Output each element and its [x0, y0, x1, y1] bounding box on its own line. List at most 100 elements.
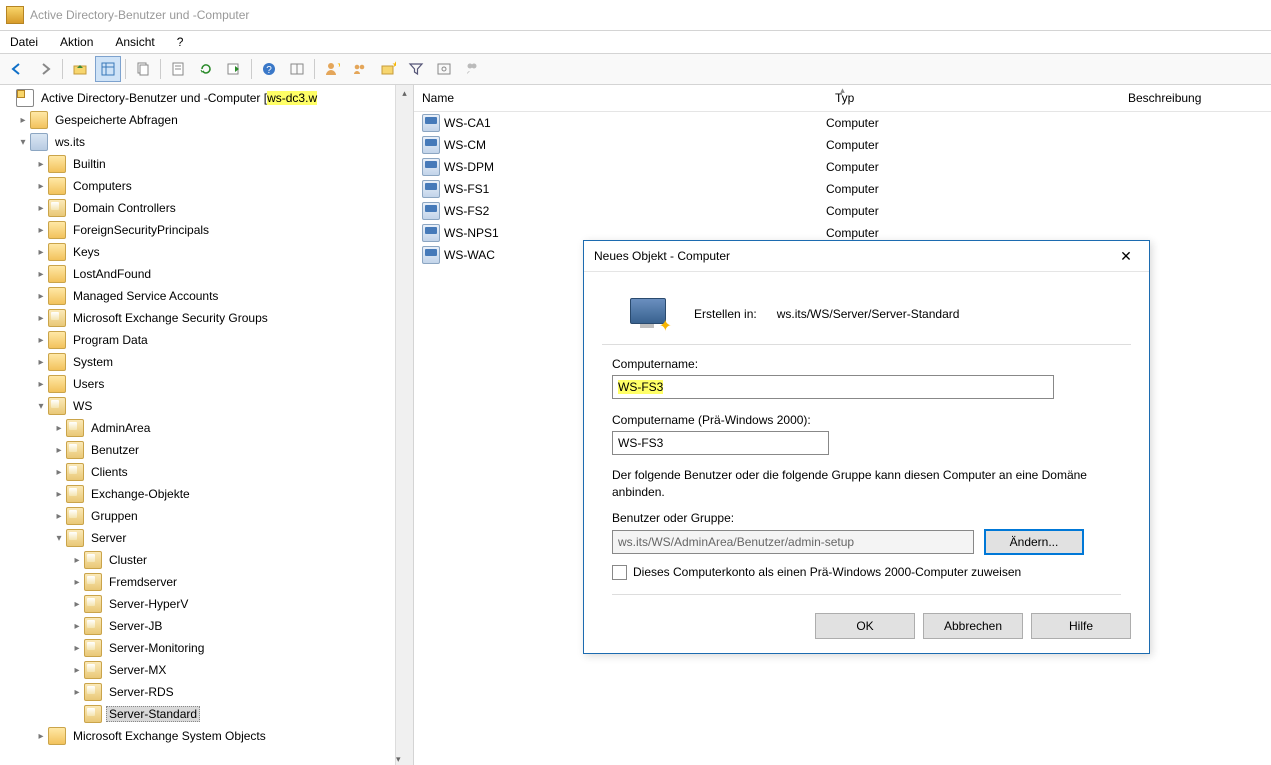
expander-icon[interactable]: ▸ — [34, 313, 48, 324]
menu-help[interactable]: ? — [173, 33, 188, 51]
expander-icon[interactable]: ▸ — [52, 423, 66, 434]
tree-system[interactable]: System — [70, 354, 116, 370]
expander-icon[interactable]: ▾ — [52, 533, 66, 544]
menu-datei[interactable]: Datei — [6, 33, 42, 51]
tree-clients[interactable]: Clients — [88, 464, 131, 480]
filter-icon[interactable] — [403, 56, 429, 82]
expander-icon[interactable]: ▸ — [52, 511, 66, 522]
tree-keys[interactable]: Keys — [70, 244, 103, 260]
help-icon[interactable]: ? — [256, 56, 282, 82]
list-item[interactable]: WS-FS1Computer — [414, 178, 1271, 200]
tree-users[interactable]: Users — [70, 376, 107, 392]
expander-icon[interactable]: ▸ — [52, 467, 66, 478]
expander-icon[interactable]: ▸ — [34, 335, 48, 346]
expander-icon[interactable]: ▸ — [70, 577, 84, 588]
tree-domain[interactable]: ws.its — [52, 134, 88, 150]
column-name[interactable]: Name — [414, 85, 827, 111]
tree-rds[interactable]: Server-RDS — [106, 684, 177, 700]
list-item[interactable]: WS-CMComputer — [414, 134, 1271, 156]
tree-root[interactable]: Active Directory-Benutzer und -Computer … — [38, 90, 320, 106]
expander-icon[interactable]: ▸ — [34, 269, 48, 280]
tree-cluster[interactable]: Cluster — [106, 552, 150, 568]
expander-icon[interactable]: ▸ — [70, 643, 84, 654]
back-icon[interactable] — [4, 56, 30, 82]
tree-meso[interactable]: Microsoft Exchange System Objects — [70, 728, 269, 744]
expander-icon[interactable]: ▸ — [34, 247, 48, 258]
menu-aktion[interactable]: Aktion — [56, 33, 97, 51]
expander-icon[interactable]: ▸ — [52, 445, 66, 456]
tree-ws[interactable]: WS — [70, 398, 95, 414]
tree-builtin[interactable]: Builtin — [70, 156, 109, 172]
expander-icon[interactable]: ▸ — [70, 555, 84, 566]
scroll-up-icon[interactable]: ▴ — [396, 85, 413, 102]
tree-fremd[interactable]: Fremdserver — [106, 574, 180, 590]
help-button[interactable]: Hilfe — [1031, 613, 1131, 639]
column-desc[interactable]: Beschreibung — [1120, 85, 1271, 111]
tree-fsp[interactable]: ForeignSecurityPrincipals — [70, 222, 212, 238]
tree-jb[interactable]: Server-JB — [106, 618, 165, 634]
tree-adminarea[interactable]: AdminArea — [88, 420, 153, 436]
new-ou-icon[interactable]: ★ — [375, 56, 401, 82]
expander-icon[interactable]: ▸ — [34, 291, 48, 302]
tree-gruppen[interactable]: Gruppen — [88, 508, 141, 524]
expander-icon[interactable]: ▸ — [70, 621, 84, 632]
close-icon[interactable]: ✕ — [1111, 244, 1141, 268]
refresh-icon[interactable] — [193, 56, 219, 82]
add-query-icon[interactable] — [459, 56, 485, 82]
find-pane-icon[interactable] — [284, 56, 310, 82]
tree-standard-selected[interactable]: Server-Standard — [106, 706, 200, 722]
tree-mx[interactable]: Server-MX — [106, 662, 169, 678]
menu-ansicht[interactable]: Ansicht — [111, 33, 158, 51]
expander-icon[interactable]: ▸ — [34, 159, 48, 170]
expander-icon[interactable]: ▸ — [34, 357, 48, 368]
tree-hyperv[interactable]: Server-HyperV — [106, 596, 191, 612]
expander-icon[interactable]: ▾ — [34, 401, 48, 412]
forward-icon[interactable] — [32, 56, 58, 82]
prewin-input[interactable]: WS-FS3 — [612, 431, 829, 455]
tree-server[interactable]: Server — [88, 530, 129, 546]
properties-icon[interactable] — [165, 56, 191, 82]
column-type[interactable]: Typ — [827, 85, 1120, 111]
tree-mesg[interactable]: Microsoft Exchange Security Groups — [70, 310, 271, 326]
expander-icon[interactable]: ▸ — [34, 225, 48, 236]
tree-benutzer[interactable]: Benutzer — [88, 442, 142, 458]
cancel-button[interactable]: Abbrechen — [923, 613, 1023, 639]
tree-laf[interactable]: LostAndFound — [70, 266, 154, 282]
expander-icon[interactable]: ▸ — [70, 665, 84, 676]
scroll-down-icon[interactable]: ▾ — [396, 751, 401, 765]
find-icon[interactable] — [431, 56, 457, 82]
tree-scrollbar[interactable]: ▴ ▾ — [395, 85, 413, 765]
expander-icon[interactable]: ▾ — [16, 137, 30, 148]
expander-icon[interactable]: ▸ — [34, 181, 48, 192]
new-group-icon[interactable] — [347, 56, 373, 82]
expander-icon[interactable]: ▸ — [70, 599, 84, 610]
tree-exobj[interactable]: Exchange-Objekte — [88, 486, 193, 502]
expander-icon[interactable]: ▸ — [34, 203, 48, 214]
create-in-path: ws.its/WS/Server/Server-Standard — [777, 307, 960, 321]
view-detail-icon[interactable] — [95, 56, 121, 82]
expander-icon[interactable]: ▸ — [34, 731, 48, 742]
export-icon[interactable] — [221, 56, 247, 82]
change-button[interactable]: Ändern... — [984, 529, 1084, 555]
up-folder-icon[interactable] — [67, 56, 93, 82]
expander-icon[interactable]: ▸ — [52, 489, 66, 500]
copy-icon[interactable] — [130, 56, 156, 82]
tree-dc[interactable]: Domain Controllers — [70, 200, 179, 216]
ok-button[interactable]: OK — [815, 613, 915, 639]
tree-monitoring[interactable]: Server-Monitoring — [106, 640, 207, 656]
expander-icon[interactable]: ▸ — [70, 687, 84, 698]
computername-input[interactable]: WS-FS3 — [612, 375, 1054, 399]
tree-saved-queries[interactable]: Gespeicherte Abfragen — [52, 112, 181, 128]
dialog-titlebar[interactable]: Neues Objekt - Computer ✕ — [584, 241, 1149, 272]
list-item[interactable]: WS-DPMComputer — [414, 156, 1271, 178]
prewin-checkbox[interactable] — [612, 565, 627, 580]
tree-computers[interactable]: Computers — [70, 178, 135, 194]
tree-msa[interactable]: Managed Service Accounts — [70, 288, 221, 304]
new-user-icon[interactable]: ★ — [319, 56, 345, 82]
expander-icon[interactable]: ▸ — [34, 379, 48, 390]
tree-pd[interactable]: Program Data — [70, 332, 151, 348]
tree[interactable]: ▸ Active Directory-Benutzer und -Computer… — [0, 85, 397, 749]
expander-icon[interactable]: ▸ — [16, 115, 30, 126]
list-item[interactable]: WS-FS2Computer — [414, 200, 1271, 222]
list-item[interactable]: WS-CA1Computer — [414, 112, 1271, 134]
